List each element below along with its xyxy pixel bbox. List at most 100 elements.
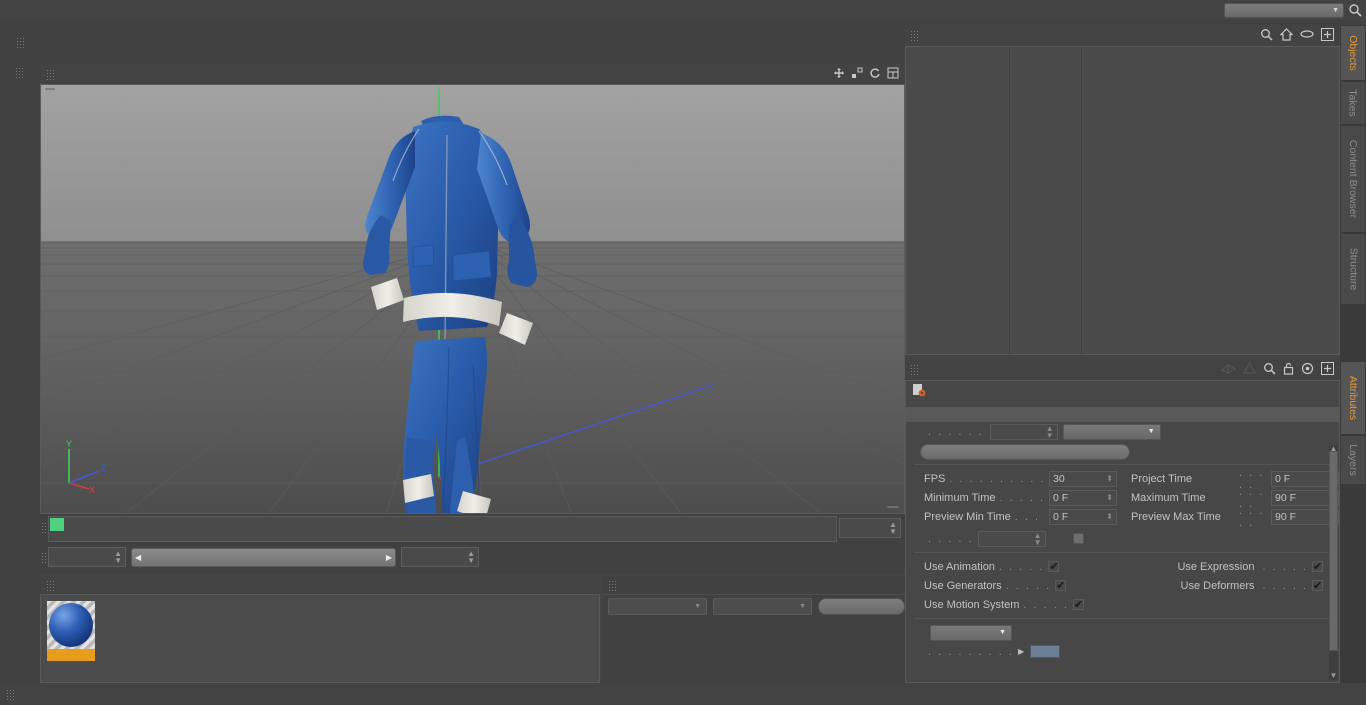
lod-row: . . . . . ▲ ▼	[906, 529, 1339, 548]
search-icon[interactable]	[1260, 28, 1273, 44]
lasso-icon[interactable]	[1243, 361, 1256, 378]
viewport-menubar	[40, 64, 905, 84]
default-object-color-select[interactable]: ▼	[930, 624, 1012, 641]
edge-tab-takes[interactable]: Takes	[1340, 81, 1366, 125]
edge-tab-layers[interactable]: Layers	[1340, 435, 1366, 485]
grid-spacing-label	[887, 506, 899, 508]
toggle-checkbox-2[interactable]: ✔	[1312, 561, 1323, 573]
layout-select[interactable]: ▼	[1224, 2, 1344, 18]
coordinate-mode-select[interactable]: ▼	[713, 598, 812, 615]
viewport-rotate-icon[interactable]	[869, 67, 881, 82]
attribute-manager-panel: . . . . . . ▲ ▼ ▼ FPS. . . . . . . . . . …	[905, 359, 1340, 683]
toggle-checkbox-2[interactable]: ✔	[1312, 580, 1323, 592]
min-frame-field[interactable]: ▲ ▼	[48, 547, 126, 567]
viewport-scale-icon[interactable]	[851, 67, 863, 82]
toolbar-grip-icon[interactable]	[16, 36, 25, 48]
material-item[interactable]	[47, 601, 95, 661]
chevron-down-icon: ▼	[1332, 6, 1339, 14]
render-lod-checkbox[interactable]	[1072, 533, 1084, 544]
stepper-icon[interactable]: ⬍	[1106, 475, 1113, 483]
apply-button[interactable]	[818, 598, 906, 615]
toggle-checkbox[interactable]: ✔	[1048, 561, 1060, 573]
stepper-icon[interactable]: ⬍	[1106, 494, 1113, 502]
svg-text:X: X	[89, 485, 95, 493]
status-bar	[0, 683, 1366, 705]
stepper-icon[interactable]: ▲ ▼	[467, 550, 475, 565]
timeline-ruler[interactable]	[48, 516, 837, 542]
toggle-label-2: Use Deformers	[1180, 579, 1255, 592]
search-icon[interactable]	[1263, 362, 1276, 378]
max-frame-field[interactable]: ▲ ▼	[401, 547, 479, 567]
scale-project-button[interactable]	[920, 444, 1130, 460]
eye-icon[interactable]	[1300, 29, 1314, 42]
add-icon[interactable]	[1321, 27, 1334, 44]
dot-leader: . . . . . . . . . . . . . .	[1014, 510, 1045, 523]
edge-tab-label: Objects	[1347, 35, 1360, 71]
field-input[interactable]: 0 F ⬍	[1049, 489, 1117, 506]
lock-icon[interactable]	[1283, 362, 1294, 378]
materials-list[interactable]	[40, 594, 600, 683]
coordinate-system-select[interactable]: ▼	[608, 598, 707, 615]
coordinates-grip-icon[interactable]	[608, 579, 617, 591]
deformer-icon[interactable]	[1221, 363, 1237, 377]
left-toolbar	[0, 64, 40, 683]
add-icon[interactable]	[1321, 361, 1334, 378]
search-icon[interactable]	[1348, 3, 1362, 20]
edge-tab-attributes[interactable]: Attributes	[1340, 361, 1366, 435]
project-scale-field[interactable]: ▲ ▼	[989, 423, 1058, 440]
viewport-scene	[41, 85, 904, 513]
toggle-checkbox[interactable]: ✔	[1055, 580, 1067, 592]
attribute-scrollbar[interactable]: ▲ ▼	[1329, 445, 1338, 680]
edge-tab-structure[interactable]: Structure	[1340, 233, 1366, 305]
viewport-maximize-icon[interactable]	[887, 67, 899, 82]
dot-leader: . . . . .	[998, 560, 1045, 573]
toggle-label: Use Animation	[924, 560, 995, 573]
leftbar-grip-icon[interactable]	[15, 66, 24, 78]
field-input[interactable]: 0 F ⬍	[1049, 508, 1117, 525]
stepper-icon[interactable]: ▲ ▼	[889, 521, 897, 536]
field-input[interactable]: 30 ⬍	[1049, 470, 1117, 487]
chevron-down-icon: ▼	[799, 603, 806, 610]
viewport-move-icon[interactable]	[833, 67, 845, 82]
attribute-manager-grip-icon[interactable]	[910, 364, 919, 375]
attribute-toggle-row: Use Motion System. . . . . ✔	[906, 595, 1339, 614]
home-icon[interactable]	[1279, 27, 1294, 44]
stepper-icon[interactable]: ▲ ▼	[1034, 531, 1042, 546]
scroll-down-icon[interactable]: ▼	[1329, 672, 1338, 680]
edge-tab-label: Attributes	[1347, 375, 1360, 421]
current-frame-field[interactable]: ▲ ▼	[839, 518, 901, 538]
svg-text:Z: Z	[101, 463, 107, 473]
viewport-grip-icon[interactable]	[46, 68, 55, 80]
scrollbar-thumb[interactable]	[1329, 451, 1338, 651]
toggle-label: Use Generators	[924, 579, 1002, 592]
attribute-toggle-row: Use Generators. . . . . ✔ Use Deformers. .…	[906, 576, 1339, 595]
attribute-field-row: Minimum Time. . . . . . . . . . . . . . 0…	[906, 486, 1339, 510]
lod-field[interactable]: ▲ ▼	[977, 530, 1046, 547]
field-label: Minimum Time	[924, 491, 996, 504]
range-left-arrow-icon[interactable]: ◀	[135, 553, 141, 562]
color-row: . . . . . . . . . ▶	[906, 642, 1339, 661]
color-swatch[interactable]	[1030, 645, 1061, 658]
toggle-checkbox[interactable]: ✔	[1072, 599, 1084, 611]
edge-tab-objects[interactable]: Objects	[1340, 25, 1366, 81]
edge-tab-content-browser[interactable]: Content Browser	[1340, 125, 1366, 233]
object-manager-grip-icon[interactable]	[910, 30, 919, 41]
coordinates-header	[602, 576, 905, 594]
viewport-3d[interactable]: Y Z X	[40, 84, 905, 514]
divider	[914, 618, 1331, 619]
materials-grip-icon[interactable]	[46, 579, 55, 591]
stepper-icon[interactable]: ▲ ▼	[1046, 424, 1054, 439]
chevron-right-icon[interactable]: ▶	[1018, 647, 1024, 656]
field-label-2: Maximum Time	[1131, 491, 1206, 504]
dot-leader: . . . . . . . . . . . . . .	[999, 491, 1045, 504]
chevron-down-icon: ▼	[1147, 428, 1155, 435]
stepper-icon[interactable]: ⬍	[1106, 513, 1113, 521]
project-units-select[interactable]: ▼	[1062, 423, 1161, 440]
axis-gizmo: Y Z X	[59, 437, 115, 495]
range-right-arrow-icon[interactable]: ▶	[386, 553, 392, 562]
toggle-label: Use Motion System	[924, 598, 1020, 611]
target-icon[interactable]	[1301, 362, 1314, 378]
stepper-icon[interactable]: ▲ ▼	[114, 550, 122, 565]
object-tree[interactable]	[905, 46, 1340, 355]
time-range-slider[interactable]: ◀ ▶	[131, 547, 396, 567]
